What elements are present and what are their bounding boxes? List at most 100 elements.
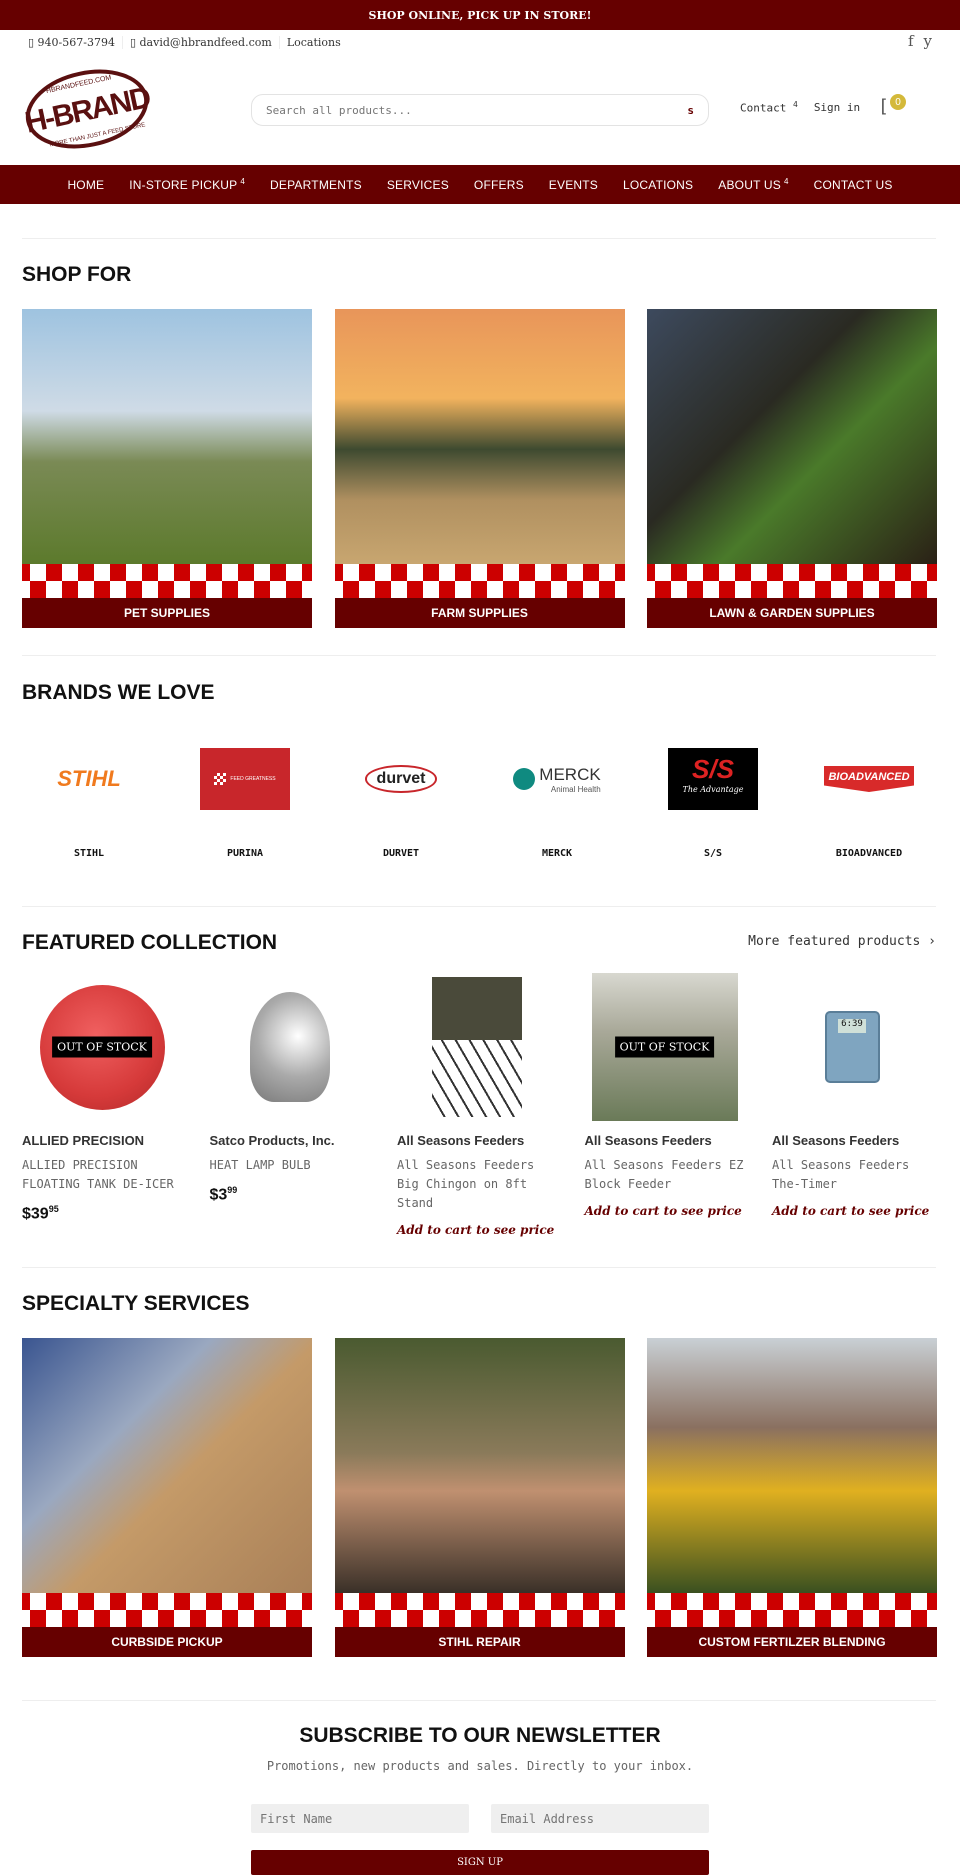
nav-item[interactable]: CONTACT US (814, 178, 893, 192)
checker-pattern (647, 564, 937, 598)
product-vendor: ALLIED PRECISION (22, 1133, 145, 1148)
brand-logo-box: S/S The Advantage (668, 748, 758, 810)
brand-item[interactable]: S/S The Advantage S/S (648, 748, 778, 859)
product-vendor: All Seasons Feeders (772, 1133, 900, 1148)
contact-bar: ▯ 940-567-3794 ▯ david@hbrandfeed.com Lo… (28, 30, 348, 54)
brand-logo-text: S/S (692, 754, 734, 784)
category-image (22, 1338, 312, 1593)
category-card[interactable]: LAWN & GARDEN SUPPLIES (647, 309, 937, 628)
nav-item[interactable]: OFFERS (474, 178, 524, 192)
brand-logo: BIOADVANCED (804, 748, 934, 810)
add-to-cart-price-note: Add to cart to see price (397, 1223, 555, 1237)
product-vendor: Satco Products, Inc. (209, 1133, 335, 1148)
checker-pattern (22, 564, 312, 598)
category-label: STIHL REPAIR (334, 1627, 625, 1657)
chevron-down-icon: 4 (240, 177, 246, 186)
nav-item[interactable]: DEPARTMENTS (270, 178, 362, 192)
price-dollars: $39 (22, 1205, 49, 1223)
divider (22, 1267, 936, 1268)
brand-item[interactable]: durvet DURVET (336, 748, 466, 859)
search-icon[interactable]: s (687, 104, 694, 117)
shop-for-title: SHOP FOR (22, 263, 132, 286)
product-image-wrap[interactable] (397, 973, 557, 1121)
category-image (334, 309, 625, 564)
chevron-down-icon: 4 (792, 100, 798, 109)
product-card[interactable]: OUT OF STOCK ALLIED PRECISION ALLIED PRECI… (22, 973, 182, 1237)
product-name[interactable]: All Seasons Feeders The-Timer (772, 1156, 932, 1194)
category-label: LAWN & GARDEN SUPPLIES (647, 598, 937, 628)
product-vendor: All Seasons Feeders (397, 1133, 525, 1148)
product-name[interactable]: HEAT LAMP BULB (210, 1156, 370, 1175)
nav-item[interactable]: SERVICES (387, 178, 449, 192)
product-card[interactable]: All Seasons Feeders All Seasons Feeders B… (397, 973, 557, 1237)
category-card[interactable]: CUSTOM FERTILZER BLENDING (647, 1338, 937, 1657)
category-card[interactable]: CURBSIDE PICKUP (22, 1338, 312, 1657)
category-card[interactable]: STIHL REPAIR (334, 1338, 625, 1657)
nav-item[interactable]: EVENTS (549, 178, 598, 192)
category-image (22, 309, 312, 564)
brand-item[interactable]: FEED GREATNESS PURINA (180, 748, 310, 859)
checker-pattern (647, 1593, 937, 1627)
product-name[interactable]: ALLIED PRECISION FLOATING TANK DE-ICER (22, 1156, 182, 1194)
brand-name: MERCK (541, 848, 573, 859)
youtube-icon[interactable]: y (924, 32, 932, 50)
product-image-wrap[interactable] (210, 973, 370, 1121)
product-image-wrap[interactable]: OUT OF STOCK (22, 973, 182, 1121)
brand-name: STIHL (73, 848, 105, 859)
checker-pattern (334, 564, 625, 598)
brand-item[interactable]: MERCK Animal Health MERCK (492, 748, 622, 859)
nav-item[interactable]: LOCATIONS (623, 178, 693, 192)
first-name-input[interactable] (251, 1804, 469, 1833)
cart-icon[interactable]: [ (878, 96, 889, 117)
logo[interactable]: H-BRAND HBRANDFEED.COM MORE THAN JUST A … (24, 68, 150, 150)
category-label: PET SUPPLIES (22, 598, 312, 628)
search-bar: s (251, 94, 709, 126)
brand-name: PURINA (226, 848, 264, 859)
contact-menu[interactable]: Contact 4 (740, 100, 798, 115)
product-card[interactable]: Satco Products, Inc. HEAT LAMP BULB $399 (210, 973, 370, 1237)
brand-logo-subtext: Animal Health (550, 784, 601, 794)
brands-row: STIHL STIHL FEED GREATNESS PURINA durvet DURV… (24, 748, 934, 859)
nav-label: ABOUT US (718, 178, 781, 192)
brand-logo-text: FEED GREATNESS (230, 776, 276, 782)
brand-logo-text: durvet (364, 765, 438, 793)
brand-logo-text: STIHL (57, 766, 121, 791)
sign-in-link[interactable]: Sign in (814, 101, 860, 114)
product-name[interactable]: All Seasons Feeders Big Chingon on 8ft S… (397, 1156, 557, 1213)
product-image-wrap[interactable]: OUT OF STOCK (585, 973, 745, 1121)
product-image: 6:39 (824, 1011, 880, 1083)
out-of-stock-badge: OUT OF STOCK (614, 1036, 715, 1058)
brand-logo-text: MERCK (539, 764, 601, 784)
phone-link[interactable]: ▯ 940-567-3794 (28, 35, 123, 49)
email-link[interactable]: ▯ david@hbrandfeed.com (123, 35, 280, 49)
nav-item[interactable]: HOME (67, 178, 104, 192)
divider (22, 906, 936, 907)
nav-label: SERVICES (386, 177, 449, 192)
featured-title: FEATURED COLLECTION (22, 931, 278, 954)
brand-item[interactable]: BIOADVANCED BIOADVANCED (804, 748, 934, 859)
category-label: FARM SUPPLIES (334, 598, 625, 628)
nav-item[interactable]: IN-STORE PICKUP 4 (129, 177, 245, 192)
brand-logo: MERCK Animal Health (492, 748, 622, 810)
checkerboard-icon (214, 773, 227, 785)
product-card[interactable]: 6:39 All Seasons Feeders All Seasons Feede… (772, 973, 932, 1237)
nav-item[interactable]: ABOUT US 4 (718, 177, 788, 192)
search-input[interactable] (266, 103, 688, 117)
locations-link[interactable]: Locations (280, 36, 348, 49)
product-card[interactable]: OUT OF STOCK All Seasons Feeders All Seaso… (585, 973, 745, 1237)
brand-logo-subtext: The Advantage (682, 785, 744, 794)
nav-label: DEPARTMENTS (270, 177, 362, 192)
brand-logo: durvet (336, 748, 466, 810)
category-card[interactable]: FARM SUPPLIES (334, 309, 625, 628)
product-name[interactable]: All Seasons Feeders EZ Block Feeder (585, 1156, 745, 1194)
sign-up-button[interactable]: SIGN UP (251, 1850, 709, 1875)
nav-label: EVENTS (548, 177, 598, 192)
category-image (647, 1338, 937, 1593)
category-card[interactable]: PET SUPPLIES (22, 309, 312, 628)
brand-item[interactable]: STIHL STIHL (24, 748, 154, 859)
nav-label: LOCATIONS (623, 177, 694, 192)
product-image-wrap[interactable]: 6:39 (772, 973, 932, 1121)
facebook-icon[interactable]: f (908, 32, 914, 50)
email-input[interactable] (491, 1804, 709, 1833)
more-featured-link[interactable]: More featured products › (748, 934, 936, 949)
